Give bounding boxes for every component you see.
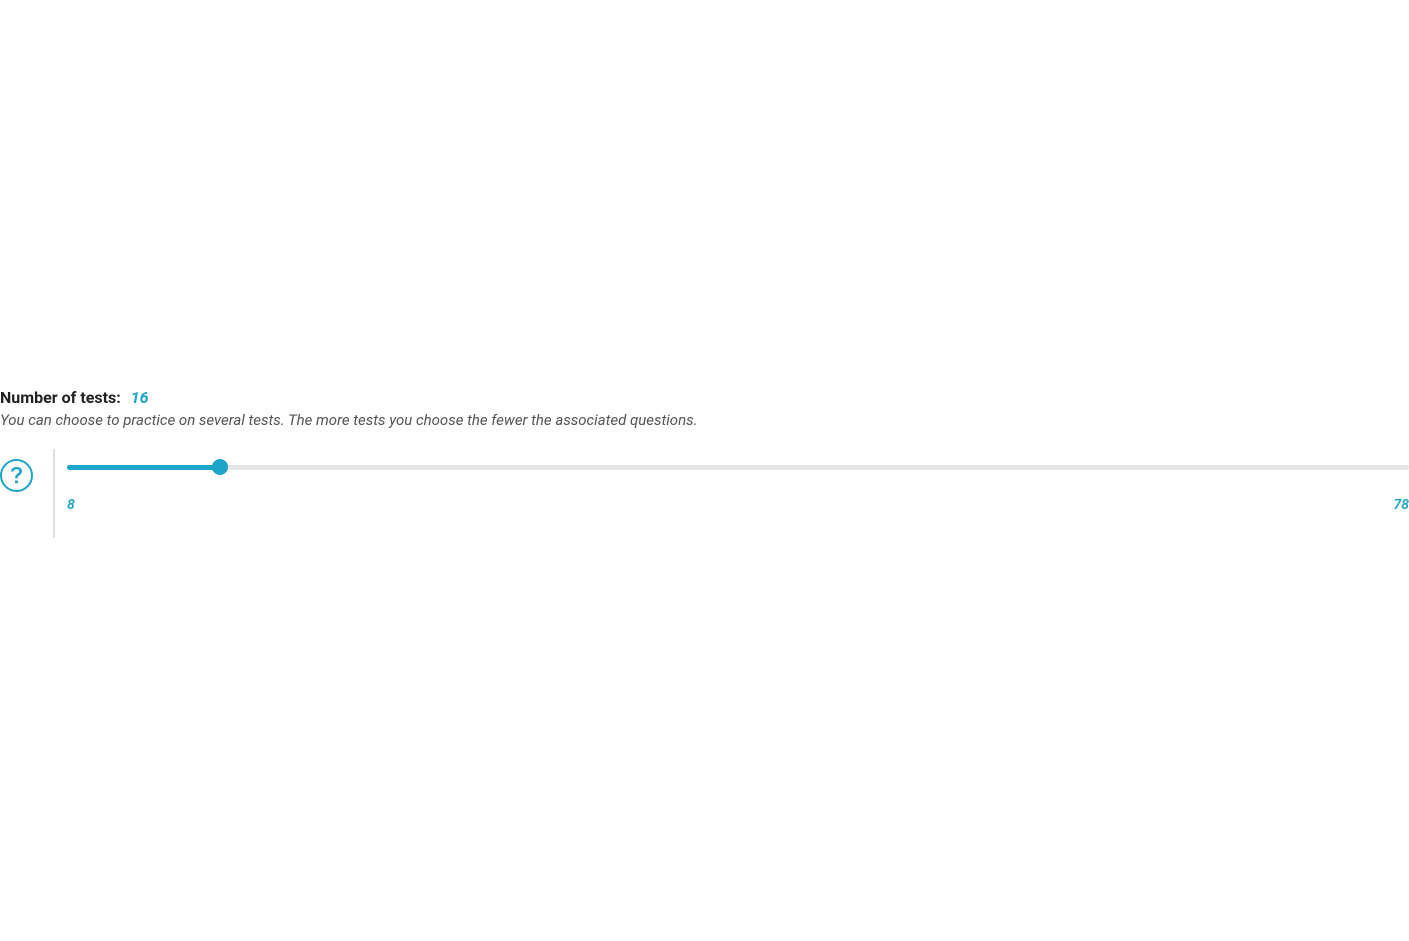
question-mark-icon: [10, 467, 23, 485]
vertical-divider: [53, 449, 55, 538]
slider-labels: 8 78: [67, 497, 1409, 513]
title-value: 16: [131, 388, 149, 407]
number-of-tests-section: Number of tests: 16 You can choose to pr…: [0, 388, 1409, 513]
title-label: Number of tests:: [0, 388, 121, 407]
slider-thumb[interactable]: [212, 459, 228, 475]
slider-row: 8 78: [0, 459, 1409, 513]
slider-max-label: 78: [1393, 497, 1409, 513]
slider-min-label: 8: [67, 497, 75, 513]
slider[interactable]: [67, 459, 1409, 475]
title-row: Number of tests: 16: [0, 388, 1409, 407]
slider-container: 8 78: [53, 459, 1409, 513]
help-button[interactable]: [0, 459, 33, 492]
description-text: You can choose to practice on several te…: [0, 411, 1409, 429]
slider-track: [67, 465, 1409, 470]
slider-fill: [67, 465, 220, 470]
